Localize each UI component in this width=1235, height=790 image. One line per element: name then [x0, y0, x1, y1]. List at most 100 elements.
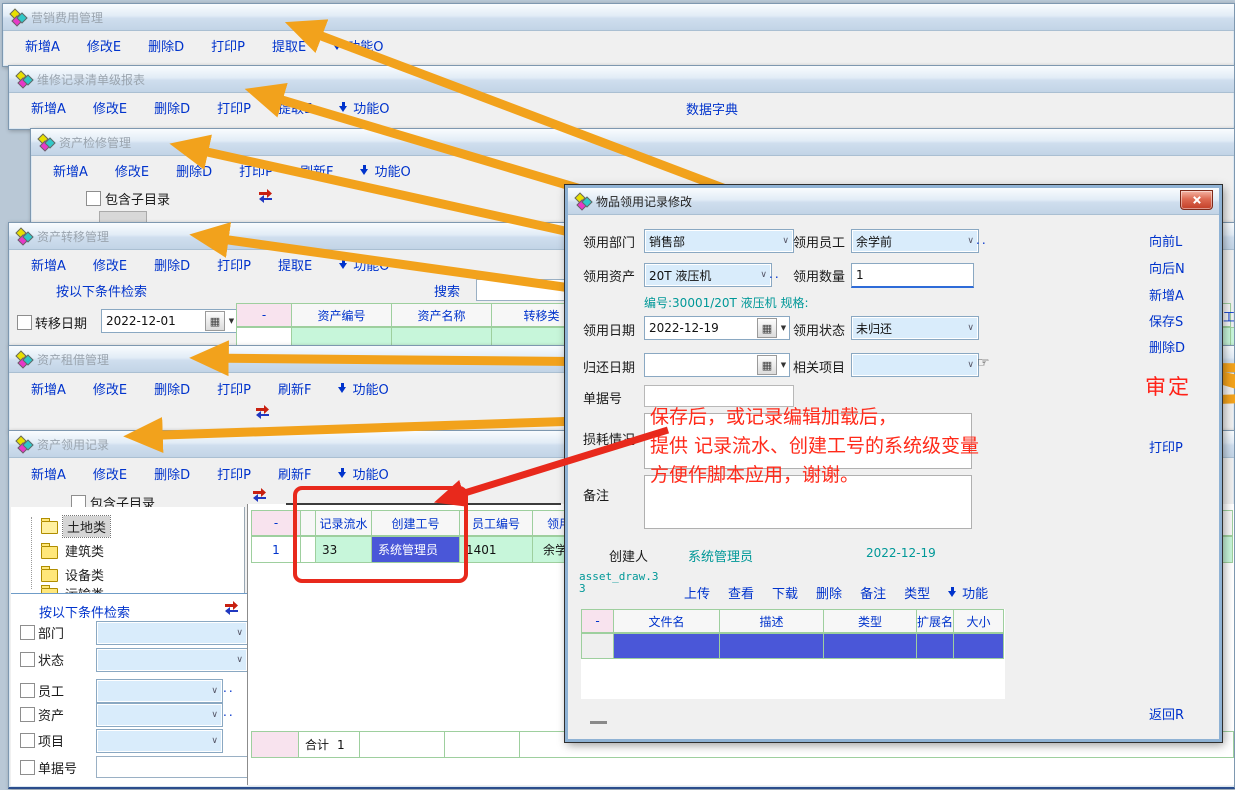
row-header-cell[interactable]	[236, 327, 292, 347]
indicator-cell[interactable]	[300, 536, 316, 563]
menu-extract[interactable]: 提取E	[278, 255, 312, 274]
filter-status-checkbox[interactable]	[20, 652, 35, 667]
column-header-creator-id[interactable]: 创建工号	[371, 510, 460, 536]
grid-corner-header[interactable]: -	[236, 303, 292, 327]
print-button[interactable]: 打印P	[1149, 437, 1183, 456]
menu-edit[interactable]: 修改E	[93, 255, 127, 274]
menu-edit[interactable]: 修改E	[93, 464, 127, 483]
filter-project-combo[interactable]: ∨	[96, 729, 223, 753]
menu-print[interactable]: 打印P	[211, 36, 245, 55]
calendar-icon[interactable]: ▦	[757, 318, 777, 338]
menu-functions[interactable]: 功能O	[360, 161, 410, 180]
docno-input[interactable]	[644, 385, 794, 407]
menu-add[interactable]: 新增A	[31, 98, 66, 117]
swap-arrows-icon[interactable]	[257, 188, 274, 203]
swap-arrows-icon[interactable]	[254, 404, 271, 419]
attach-row-header[interactable]	[581, 633, 614, 659]
column-header-asset-code[interactable]: 资产编号	[291, 303, 392, 327]
attach-selected-cell[interactable]	[823, 633, 917, 659]
menu-add[interactable]: 新增A	[25, 36, 60, 55]
tree-item-building[interactable]: 建筑类	[65, 541, 104, 560]
filter-dept-combo[interactable]: ∨	[96, 621, 248, 645]
audit-button[interactable]: 审定	[1145, 371, 1191, 401]
row-number-cell[interactable]: 1	[251, 536, 301, 563]
menu-print[interactable]: 打印P	[217, 255, 251, 274]
titlebar[interactable]: 维修记录清单级报表	[9, 66, 1234, 93]
menu-add[interactable]: 新增A	[31, 255, 66, 274]
menu-delete[interactable]: 删除D	[148, 36, 184, 55]
grid-corner-header[interactable]: -	[251, 510, 301, 536]
filter-project-checkbox[interactable]	[20, 733, 35, 748]
attach-header-ext[interactable]: 扩展名	[916, 609, 954, 633]
attach-header-filename[interactable]: 文件名	[613, 609, 720, 633]
delete-button[interactable]: 删除D	[1149, 337, 1185, 356]
cell[interactable]	[291, 327, 392, 347]
column-header-asset-name[interactable]: 资产名称	[391, 303, 492, 327]
filter-employee-checkbox[interactable]	[20, 683, 35, 698]
usage-date-input[interactable]: 2022-12-19 ▦ ▼	[644, 316, 790, 340]
prev-button[interactable]: 向前L	[1149, 231, 1182, 250]
filter-asset-checkbox[interactable]	[20, 707, 35, 722]
qty-input[interactable]: 1	[851, 263, 974, 288]
hscroll-grip[interactable]	[590, 721, 607, 724]
creator-id-cell[interactable]: 系统管理员	[371, 536, 460, 563]
attach-header-type[interactable]: 类型	[823, 609, 917, 633]
menu-edit[interactable]: 修改E	[93, 379, 127, 398]
column-header-indicator[interactable]	[300, 510, 316, 536]
menu-refresh[interactable]: 刷新F	[300, 161, 333, 180]
attach-selected-cell[interactable]	[719, 633, 824, 659]
menu-print[interactable]: 打印P	[217, 98, 251, 117]
attach-upload[interactable]: 上传	[684, 583, 710, 602]
titlebar[interactable]: 资产检修管理	[31, 129, 1234, 156]
attach-view[interactable]: 查看	[728, 583, 754, 602]
tree-item-equipment[interactable]: 设备类	[65, 565, 104, 584]
menu-functions[interactable]: 功能O	[339, 98, 389, 117]
menu-delete[interactable]: 删除D	[154, 98, 190, 117]
include-subdir-checkbox[interactable]	[86, 191, 101, 206]
attach-functions[interactable]: 功能	[948, 583, 988, 602]
note-textarea[interactable]	[644, 475, 972, 529]
menu-functions[interactable]: 功能O	[338, 464, 388, 483]
attach-note[interactable]: 备注	[860, 583, 886, 602]
calendar-icon[interactable]: ▦	[205, 311, 225, 331]
menu-functions[interactable]: 功能O	[339, 255, 389, 274]
save-button[interactable]: 保存S	[1149, 311, 1183, 330]
back-button[interactable]: 返回R	[1149, 704, 1184, 723]
menu-delete[interactable]: 删除D	[154, 255, 190, 274]
attach-download[interactable]: 下载	[772, 583, 798, 602]
return-date-input[interactable]: ▦ ▼	[644, 353, 790, 377]
dialog-titlebar[interactable]: 物品领用记录修改	[568, 188, 1219, 215]
filter-asset-combo[interactable]: ∨	[96, 703, 223, 727]
menu-add[interactable]: 新增A	[31, 379, 66, 398]
close-icon[interactable]	[1180, 190, 1213, 210]
menu-delete[interactable]: 删除D	[154, 379, 190, 398]
menu-extract[interactable]: 提取E	[278, 98, 312, 117]
menu-add[interactable]: 新增A	[31, 464, 66, 483]
asset-more-button[interactable]: ..	[223, 705, 235, 719]
emp-combo[interactable]: 余学前∨	[851, 229, 979, 253]
menu-extract[interactable]: 提取E	[272, 36, 306, 55]
asset-more-button[interactable]: ..	[769, 267, 781, 281]
menu-edit[interactable]: 修改E	[115, 161, 149, 180]
record-serial-cell[interactable]: 33	[315, 536, 372, 563]
attach-selected-cell[interactable]	[916, 633, 954, 659]
data-dictionary-link[interactable]: 数据字典	[686, 99, 738, 118]
menu-refresh[interactable]: 刷新F	[278, 379, 311, 398]
attach-delete[interactable]: 删除	[816, 583, 842, 602]
wear-textarea[interactable]	[644, 413, 972, 469]
menu-functions[interactable]: 功能O	[333, 36, 383, 55]
column-header-employee-id[interactable]: 员工编号	[459, 510, 533, 536]
swap-arrows-icon[interactable]	[251, 487, 268, 502]
tree-item-land[interactable]: 土地类	[63, 516, 110, 537]
status-combo[interactable]: 未归还∨	[851, 316, 979, 340]
menu-delete[interactable]: 删除D	[154, 464, 190, 483]
swap-arrows-icon[interactable]	[223, 600, 240, 615]
menu-print[interactable]: 打印P	[217, 464, 251, 483]
menu-delete[interactable]: 删除D	[176, 161, 212, 180]
titlebar[interactable]: 营销费用管理	[3, 4, 1234, 31]
filter-docno-input[interactable]	[96, 756, 248, 778]
search-input[interactable]	[476, 279, 578, 301]
menu-print[interactable]: 打印P	[217, 379, 251, 398]
attach-type[interactable]: 类型	[904, 583, 930, 602]
dept-combo[interactable]: 销售部∨	[644, 229, 794, 253]
